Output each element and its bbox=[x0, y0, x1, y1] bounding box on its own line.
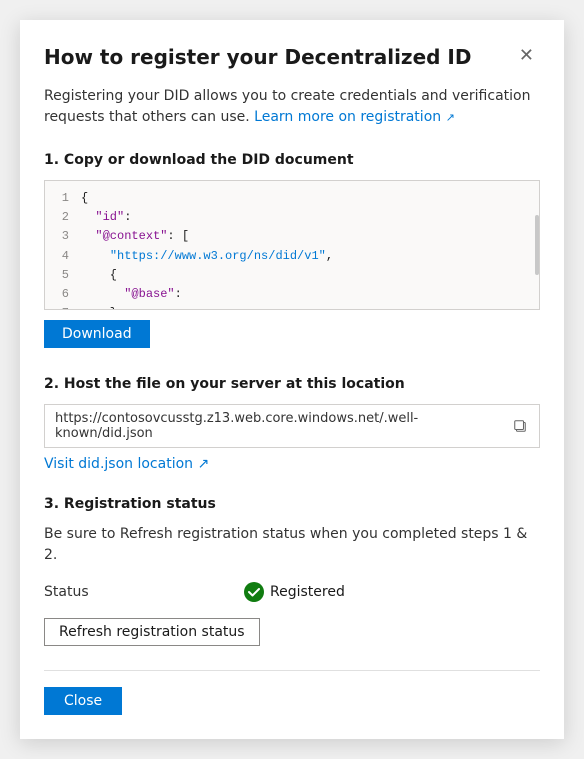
url-field-container: https://contosovcusstg.z13.web.core.wind… bbox=[44, 404, 540, 448]
line-number: 2 bbox=[45, 208, 81, 227]
code-line-3: 3 "@context": [ bbox=[45, 227, 539, 246]
line-number: 4 bbox=[45, 247, 81, 266]
section2-title: 2. Host the file on your server at this … bbox=[44, 376, 540, 392]
status-value: Registered bbox=[270, 584, 345, 600]
line-code: "id": bbox=[81, 208, 131, 227]
description-text: Registering your DID allows you to creat… bbox=[44, 86, 540, 128]
external-link-icon: ↗ bbox=[446, 111, 455, 124]
line-code: } bbox=[81, 304, 117, 310]
code-line-7: 7 } bbox=[45, 304, 539, 310]
copy-icon bbox=[513, 419, 527, 433]
line-number: 1 bbox=[45, 189, 81, 208]
line-code: { bbox=[81, 266, 117, 285]
line-code: "@context": [ bbox=[81, 227, 189, 246]
section-registration-status: 3. Registration status Be sure to Refres… bbox=[44, 496, 540, 646]
line-number: 5 bbox=[45, 266, 81, 285]
modal-header: How to register your Decentralized ID ✕ bbox=[44, 44, 540, 70]
code-line-2: 2 "id": bbox=[45, 208, 539, 227]
status-badge: Registered bbox=[244, 582, 345, 602]
line-code: { bbox=[81, 189, 88, 208]
scroll-indicator bbox=[535, 215, 539, 275]
modal-container: How to register your Decentralized ID ✕ … bbox=[20, 20, 564, 739]
visit-link-text: ↗ bbox=[193, 456, 209, 472]
refresh-registration-button[interactable]: Refresh registration status bbox=[44, 618, 260, 646]
section3-description: Be sure to Refresh registration status w… bbox=[44, 524, 540, 566]
download-button[interactable]: Download bbox=[44, 320, 150, 348]
registered-check-icon bbox=[244, 582, 264, 602]
close-modal-button[interactable]: Close bbox=[44, 687, 122, 715]
line-number: 3 bbox=[45, 227, 81, 246]
url-value: https://contosovcusstg.z13.web.core.wind… bbox=[55, 411, 511, 441]
line-code: "@base": bbox=[81, 285, 182, 304]
modal-title: How to register your Decentralized ID bbox=[44, 44, 471, 70]
visit-did-json-link[interactable]: Visit did.json location bbox=[44, 456, 193, 472]
status-label: Status bbox=[44, 584, 104, 600]
line-number: 6 bbox=[45, 285, 81, 304]
copy-url-button[interactable] bbox=[511, 419, 529, 433]
section1-title: 1. Copy or download the DID document bbox=[44, 152, 540, 168]
code-line-6: 6 "@base": bbox=[45, 285, 539, 304]
close-icon-button[interactable]: ✕ bbox=[513, 44, 540, 66]
line-code: "https://www.w3.org/ns/did/v1", bbox=[81, 247, 333, 266]
section-host-file: 2. Host the file on your server at this … bbox=[44, 376, 540, 472]
did-document-code: 1 { 2 "id": 3 "@context": [ 4 "https://w… bbox=[44, 180, 540, 310]
section-copy-download: 1. Copy or download the DID document 1 {… bbox=[44, 152, 540, 376]
modal-footer: Close bbox=[44, 687, 540, 715]
section3-title: 3. Registration status bbox=[44, 496, 540, 512]
learn-more-link[interactable]: Learn more on registration bbox=[254, 109, 441, 125]
status-row: Status Registered bbox=[44, 582, 540, 602]
line-number: 7 bbox=[45, 304, 81, 310]
code-line-5: 5 { bbox=[45, 266, 539, 285]
code-line-1: 1 { bbox=[45, 189, 539, 208]
code-line-4: 4 "https://www.w3.org/ns/did/v1", bbox=[45, 247, 539, 266]
footer-divider bbox=[44, 670, 540, 671]
